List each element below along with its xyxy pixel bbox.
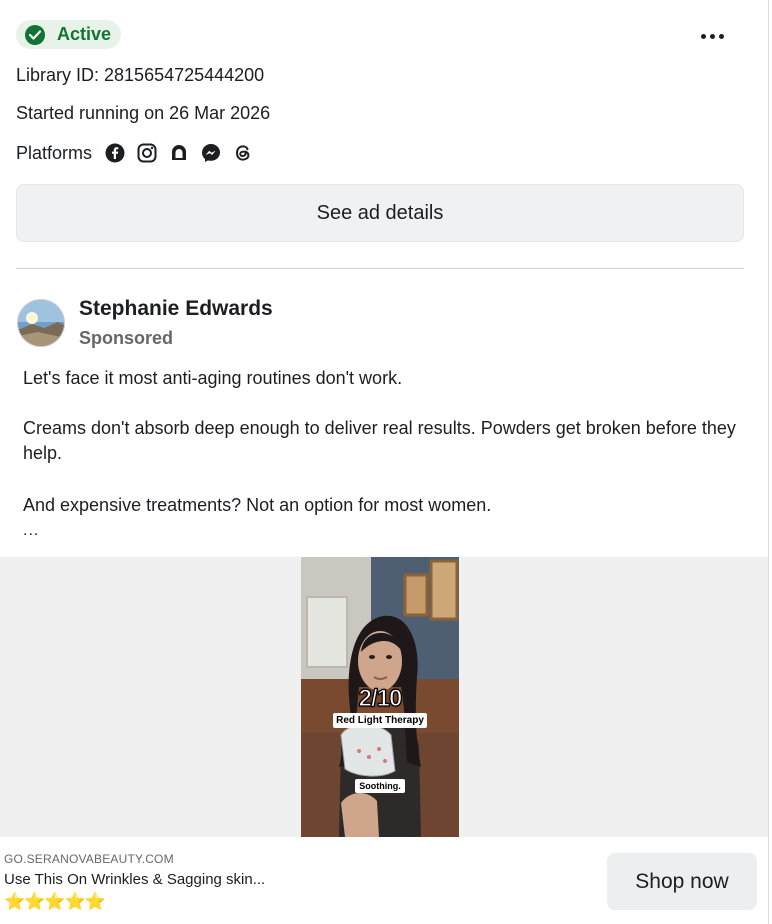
ad-body-paragraph: And expensive treatments? Not an option … <box>23 495 492 515</box>
ad-body-paragraph: Let's face it most anti-aging routines d… <box>23 368 403 388</box>
divider <box>16 268 744 269</box>
see-ad-details-button[interactable]: See ad details <box>16 184 744 242</box>
messenger-icon <box>200 142 222 164</box>
link-domain: GO.SERANOVABEAUTY.COM <box>4 852 174 866</box>
more-dot-icon <box>700 33 706 39</box>
advertiser-name[interactable]: Stephanie Edwards <box>79 297 273 321</box>
check-circle-icon <box>25 24 45 45</box>
library-id: Library ID: 2815654725444200 <box>16 65 265 85</box>
status-label: Active <box>57 24 112 44</box>
video-counter: 2/10 <box>358 684 403 712</box>
advertiser-avatar[interactable] <box>17 299 65 347</box>
ad-media: 2/10 Red Light Therapy Soothing. <box>0 557 768 837</box>
platforms-label: Platforms <box>16 142 93 163</box>
platforms-row: Platforms <box>16 140 264 166</box>
instagram-icon <box>136 142 158 164</box>
status-badge: Active <box>16 20 122 49</box>
link-preview[interactable]: GO.SERANOVABEAUTY.COM Use This On Wrinkl… <box>0 837 768 924</box>
video-caption-bottom: Soothing. <box>355 779 405 793</box>
ad-card: Active Library ID: 2815654725444200 Star… <box>0 0 769 924</box>
more-dot-icon <box>709 33 715 39</box>
sponsored-label: Sponsored <box>79 328 174 348</box>
ad-video[interactable]: 2/10 Red Light Therapy Soothing. <box>301 557 459 837</box>
more-options-button[interactable] <box>692 22 732 50</box>
video-caption-wrap: Soothing. <box>301 776 459 794</box>
facebook-icon <box>104 142 126 164</box>
link-headline: Use This On Wrinkles & Sagging skin... <box>4 871 266 888</box>
threads-icon <box>232 142 254 164</box>
video-caption-top: Red Light Therapy <box>333 713 427 728</box>
star-rating: ⭐⭐⭐⭐⭐ <box>4 892 106 911</box>
video-caption-wrap: Red Light Therapy <box>301 710 459 728</box>
ad-body-paragraph: Creams don't absorb deep enough to deliv… <box>23 418 736 463</box>
start-date: Started running on 26 Mar 2026 <box>16 103 271 123</box>
see-more-ellipsis[interactable]: ... <box>23 518 748 543</box>
audience-network-icon <box>168 142 190 164</box>
shop-now-button[interactable]: Shop now <box>607 853 757 910</box>
more-dot-icon <box>718 33 724 39</box>
